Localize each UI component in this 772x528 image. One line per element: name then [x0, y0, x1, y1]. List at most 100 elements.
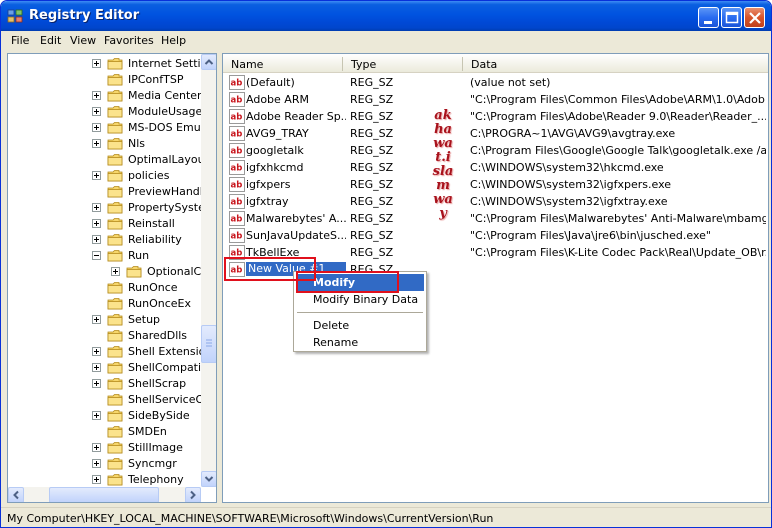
expand-icon[interactable]	[92, 59, 101, 68]
folder-icon	[107, 426, 123, 438]
tree-item[interactable]: SideBySide	[8, 408, 201, 424]
menu-help[interactable]: Help	[161, 34, 186, 47]
minimize-button[interactable]	[698, 7, 719, 28]
tree-item[interactable]: Media Center	[8, 88, 202, 104]
string-value-icon: ab	[229, 177, 245, 192]
value-row[interactable]: ab Adobe Reader Sp... REG_SZ "C:\Program Fi…	[223, 108, 768, 125]
status-path: My Computer\HKEY_LOCAL_MACHINE\SOFTWARE\…	[7, 512, 494, 525]
value-row[interactable]: ab igfxhkcmd REG_SZ C:\WINDOWS\system32\hkc…	[223, 159, 768, 176]
tree-item[interactable]: RunOnce	[8, 280, 201, 296]
expand-icon[interactable]	[111, 267, 120, 276]
value-row[interactable]: ab igfxpers REG_SZ C:\WINDOWS\system32\igfx…	[223, 176, 768, 193]
maximize-button[interactable]	[721, 7, 742, 28]
column-divider[interactable]	[342, 57, 343, 71]
tree-item[interactable]: SharedDlls	[8, 328, 201, 344]
expand-icon[interactable]	[92, 123, 101, 132]
menu-edit[interactable]: Edit	[40, 34, 61, 47]
tree-item[interactable]: ShellScrap	[8, 376, 201, 392]
tree-item[interactable]: PreviewHandle	[8, 184, 210, 200]
grip-icon	[206, 339, 212, 347]
tree-item[interactable]: Syncmgr	[8, 456, 201, 472]
context-item-modify-binary-data[interactable]: Modify Binary Data	[296, 291, 424, 308]
string-value-icon: ab	[229, 143, 245, 158]
tree-item[interactable]: OptimalLayout	[8, 152, 209, 168]
tree-item[interactable]: Reinstall	[8, 216, 201, 232]
tree-item[interactable]: PropertySyster	[8, 200, 209, 216]
tree-item[interactable]: Internet Settin	[8, 56, 208, 72]
tree-scroll-left-button[interactable]	[8, 487, 24, 502]
expand-icon[interactable]	[92, 139, 101, 148]
tree-item[interactable]: RunOnceEx	[8, 296, 201, 312]
value-row[interactable]: ab (Default) REG_SZ (value not set)	[223, 74, 768, 91]
tree-vertical-scrollbar[interactable]	[201, 54, 216, 487]
tree-item-label: IPConfTSP	[128, 73, 184, 86]
tree-item-label: SideBySide	[128, 409, 190, 422]
tree-item-label: Shell Extension	[128, 345, 213, 358]
menu-file[interactable]: File	[11, 34, 29, 47]
close-button[interactable]	[744, 7, 765, 28]
column-divider[interactable]	[462, 57, 463, 71]
tree-item[interactable]: MS-DOS Emulat	[8, 120, 215, 136]
tree-item[interactable]: Shell Extension	[8, 344, 212, 360]
tree-item-label: SharedDlls	[128, 329, 188, 342]
collapse-icon[interactable]	[92, 251, 101, 260]
expand-icon[interactable]	[92, 203, 101, 212]
menu-favorites[interactable]: Favorites	[104, 34, 154, 47]
value-row[interactable]: ab Malwarebytes' A... REG_SZ "C:\Program Fi…	[223, 210, 768, 227]
tree-item[interactable]: Telephony	[8, 472, 201, 488]
value-row[interactable]: ab AVG9_TRAY REG_SZ C:\PROGRA~1\AVG\AVG9\av…	[223, 125, 768, 142]
expand-icon[interactable]	[92, 315, 101, 324]
tree-item[interactable]: StillImage	[8, 440, 201, 456]
tree-item[interactable]: IPConfTSP	[8, 72, 201, 88]
tree-item[interactable]: OptionalCo	[8, 264, 208, 280]
expand-icon[interactable]	[92, 443, 101, 452]
context-menu: Modify Modify Binary Data Delete Rename	[293, 271, 427, 352]
value-row[interactable]: ab SunJavaUpdateS... REG_SZ "C:\Program Fil…	[223, 227, 768, 244]
tree-scroll-thumb[interactable]	[201, 325, 216, 363]
key-tree-pane[interactable]: Internet Settin IPConfTSP Media Center Modu…	[7, 53, 217, 503]
folder-icon	[107, 250, 123, 262]
tree-scroll-down-button[interactable]	[201, 471, 216, 487]
value-row[interactable]: ab googletalk REG_SZ C:\Program Files\Googl…	[223, 142, 768, 159]
title-bar[interactable]: Registry Editor	[1, 1, 771, 31]
expand-icon[interactable]	[92, 347, 101, 356]
tree-horizontal-scrollbar[interactable]	[8, 487, 201, 502]
value-row[interactable]: ab Adobe ARM REG_SZ "C:\Program Files\Commo…	[223, 91, 768, 108]
tree-item[interactable]: ShellCompatibil	[8, 360, 214, 376]
value-type: REG_SZ	[350, 76, 394, 89]
expand-icon[interactable]	[92, 475, 101, 484]
expand-icon[interactable]	[92, 219, 101, 228]
expand-icon[interactable]	[92, 91, 101, 100]
menu-view[interactable]: View	[70, 34, 96, 47]
context-item-delete[interactable]: Delete	[296, 317, 424, 334]
expand-icon[interactable]	[92, 171, 101, 180]
expand-icon[interactable]	[92, 235, 101, 244]
tree-item[interactable]: Run	[8, 248, 201, 264]
expand-icon[interactable]	[92, 459, 101, 468]
tree-item[interactable]: SMDEn	[8, 424, 201, 440]
value-row[interactable]: ab TkBellExe REG_SZ "C:\Program Files\K-Lit…	[223, 244, 768, 261]
context-menu-separator	[297, 312, 423, 313]
expand-icon[interactable]	[92, 411, 101, 420]
value-data: (value not set)	[470, 76, 551, 89]
column-header-type[interactable]: Type	[351, 58, 376, 71]
tree-scroll-up-button[interactable]	[201, 54, 216, 70]
tree-item[interactable]: ModuleUsage	[8, 104, 202, 120]
value-row[interactable]: ab igfxtray REG_SZ C:\WINDOWS\system32\igfx…	[223, 193, 768, 210]
svg-text:ab: ab	[231, 130, 243, 140]
tree-item[interactable]: Setup	[8, 312, 201, 328]
column-header-name[interactable]: Name	[231, 58, 263, 71]
context-item-rename[interactable]: Rename	[296, 334, 424, 351]
expand-icon[interactable]	[92, 363, 101, 372]
tree-hscroll-thumb[interactable]	[49, 487, 159, 502]
expand-icon[interactable]	[92, 379, 101, 388]
context-item-modify[interactable]: Modify	[296, 274, 424, 291]
tree-item[interactable]: policies	[8, 168, 201, 184]
tree-item[interactable]: Reliability	[8, 232, 201, 248]
string-value-icon: ab	[229, 262, 245, 277]
tree-scroll-right-button[interactable]	[185, 487, 201, 502]
expand-icon[interactable]	[92, 107, 101, 116]
tree-item[interactable]: Nls	[8, 136, 201, 152]
tree-item[interactable]: ShellServiceOb	[8, 392, 211, 408]
column-header-data[interactable]: Data	[471, 58, 497, 71]
